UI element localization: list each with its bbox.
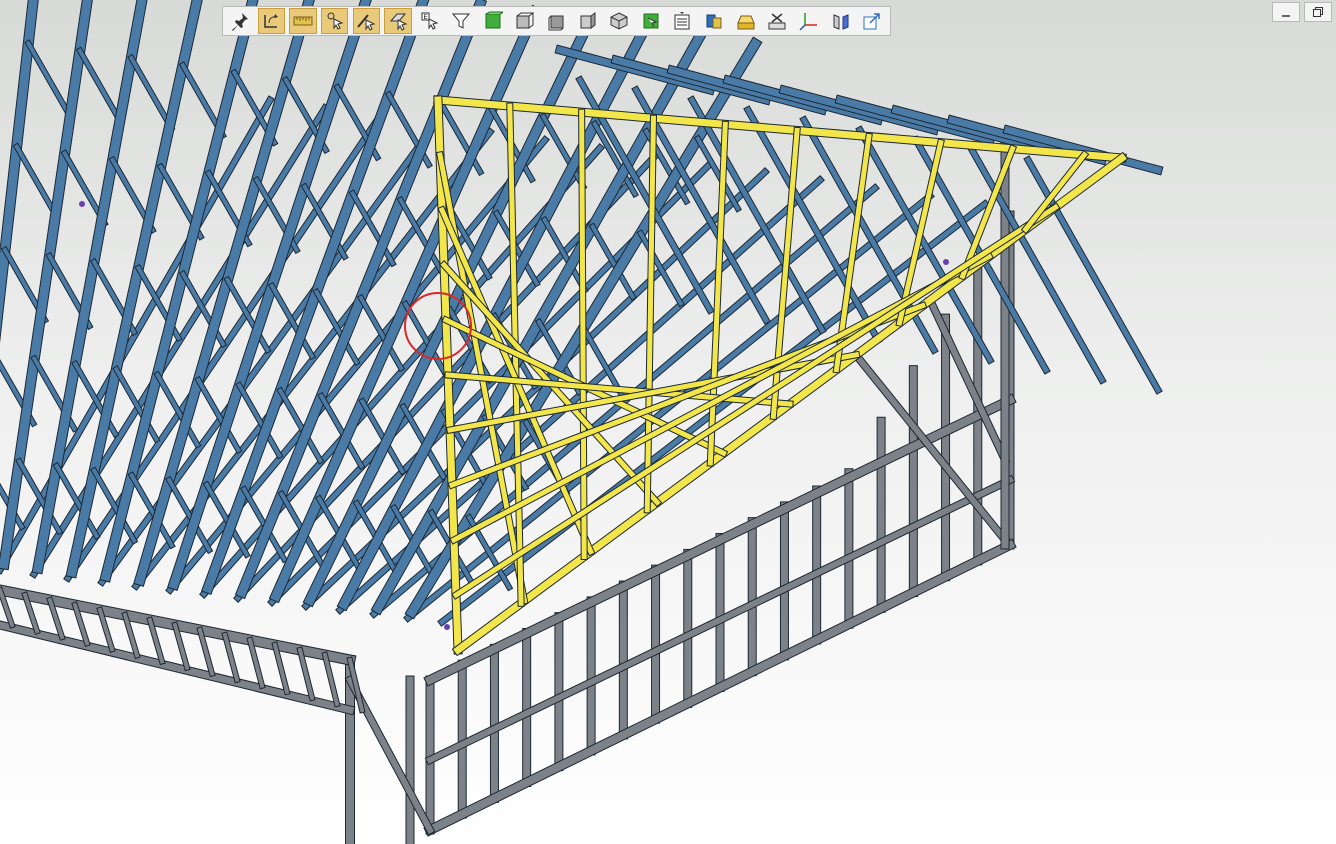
select-face-button[interactable] <box>384 8 412 34</box>
window-controls <box>1272 2 1332 22</box>
rotate-view-button[interactable] <box>257 8 286 34</box>
truss-web <box>1024 156 1162 394</box>
zoom-fit-button[interactable] <box>637 8 664 34</box>
select-body-button[interactable]: E <box>416 8 443 34</box>
section-icon <box>736 15 755 30</box>
measure-ruler-button[interactable] <box>289 8 317 34</box>
solid-view-icon <box>485 11 503 29</box>
pin-button[interactable] <box>226 8 253 34</box>
export-button[interactable] <box>858 8 885 34</box>
side-view-icon <box>580 12 596 29</box>
restore-button[interactable] <box>1304 2 1332 22</box>
truss-web <box>13 143 60 220</box>
node-point <box>943 259 949 265</box>
isometric-view-button[interactable] <box>606 8 633 34</box>
solid-view-button[interactable] <box>479 8 506 34</box>
mirror-button[interactable] <box>827 8 854 34</box>
select-face-icon <box>389 13 408 31</box>
back-view-button[interactable] <box>542 8 569 34</box>
explode-button[interactable] <box>700 8 727 34</box>
rotate-view-icon <box>264 14 279 28</box>
axes-button[interactable] <box>795 8 822 34</box>
list-icon <box>674 12 690 30</box>
truss-web <box>25 40 72 117</box>
select-point-button[interactable] <box>320 8 349 34</box>
gable-web <box>644 115 656 513</box>
mirror-icon <box>833 14 849 30</box>
gable-web <box>579 109 587 560</box>
select-edge-icon <box>357 14 376 31</box>
restore-icon <box>1313 7 1323 17</box>
svg-text:E: E <box>423 15 427 21</box>
filter-button[interactable] <box>448 8 475 34</box>
truss-web <box>77 47 123 124</box>
filter-icon <box>452 13 471 29</box>
front-view-icon <box>516 12 535 29</box>
eave-beam <box>0 621 355 715</box>
measure-ruler-icon <box>293 16 313 26</box>
minimize-button[interactable] <box>1272 2 1300 22</box>
hide-icon <box>768 13 786 30</box>
axes-icon <box>799 13 817 31</box>
hide-button[interactable] <box>764 8 791 34</box>
isometric-view-icon <box>610 12 628 30</box>
node-point <box>444 624 450 630</box>
select-point-icon <box>327 12 344 30</box>
explode-icon <box>706 14 722 29</box>
select-body-icon: E <box>421 12 439 30</box>
front-view-button[interactable] <box>511 8 538 34</box>
zoom-fit-icon <box>643 13 659 29</box>
export-icon <box>863 13 880 30</box>
select-edge-button[interactable] <box>352 8 381 34</box>
back-view-icon <box>548 15 564 31</box>
truss-web <box>128 55 175 131</box>
node-point <box>79 201 85 207</box>
3d-viewport[interactable] <box>0 0 1336 844</box>
side-view-button[interactable] <box>574 8 601 34</box>
view-toolbar: E <box>222 6 891 36</box>
minimize-icon <box>1282 15 1290 17</box>
pin-icon <box>231 13 248 31</box>
section-button[interactable] <box>732 8 759 34</box>
list-button[interactable] <box>669 8 696 34</box>
